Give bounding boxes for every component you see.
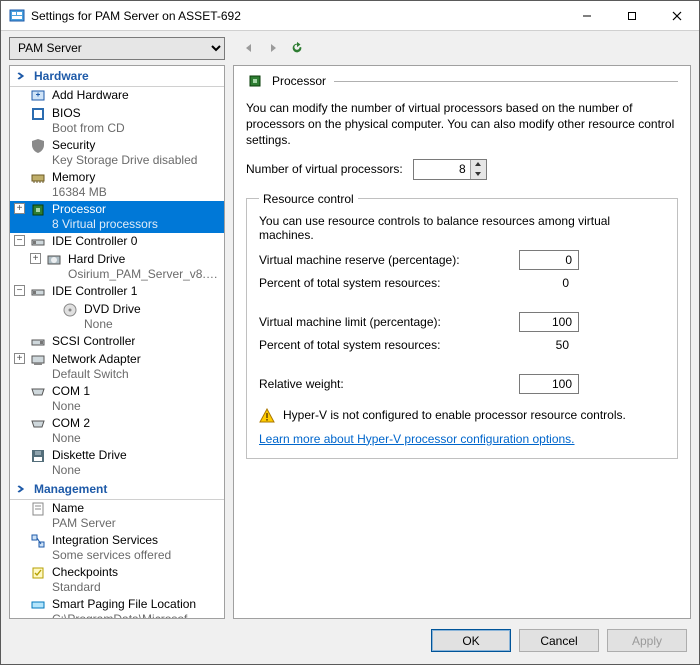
num-vp-input[interactable] xyxy=(414,160,470,179)
serial-port-icon xyxy=(30,384,46,400)
settings-tree-scroll[interactable]: Hardware Add Hardware BIOSBoot from CD xyxy=(10,66,224,618)
processor-icon xyxy=(246,72,264,90)
tree-item-smartpaging[interactable]: Smart Paging File LocationC:\ProgramData… xyxy=(10,596,224,618)
reserve-label: Virtual machine reserve (percentage): xyxy=(259,253,519,267)
name-icon xyxy=(30,501,46,517)
processor-panel: Processor You can modify the number of v… xyxy=(233,65,691,619)
memory-icon xyxy=(30,170,46,186)
tree-item-com1[interactable]: COM 1None xyxy=(10,383,224,415)
nav-forward-icon[interactable] xyxy=(263,38,283,58)
tree-item-memory[interactable]: Memory16384 MB xyxy=(10,169,224,201)
reserve-total-value: 0 xyxy=(519,276,579,290)
checkpoint-icon xyxy=(30,565,46,581)
toolbar: PAM Server xyxy=(1,31,699,65)
tree-item-ide0[interactable]: − IDE Controller 0 xyxy=(10,233,224,251)
paging-icon xyxy=(30,597,46,613)
app-icon xyxy=(9,8,25,24)
network-icon xyxy=(30,352,46,368)
expander-minus-icon[interactable]: − xyxy=(14,235,25,246)
panel-title-row: Processor xyxy=(246,72,678,90)
tree-item-dvddrive[interactable]: DVD DriveNone xyxy=(10,301,224,333)
harddrive-icon xyxy=(46,252,62,268)
nav-arrows xyxy=(239,38,307,58)
chevron-down-icon xyxy=(14,69,28,83)
chevron-down-icon xyxy=(14,482,28,496)
spin-down-icon[interactable] xyxy=(471,169,486,179)
limit-total-label: Percent of total system resources: xyxy=(259,338,519,352)
limit-input[interactable] xyxy=(519,312,579,332)
panel-title: Processor xyxy=(272,74,326,88)
expander-plus-icon[interactable]: + xyxy=(30,253,41,264)
close-button[interactable] xyxy=(654,1,699,30)
warning-row: Hyper-V is not configured to enable proc… xyxy=(259,408,665,424)
spin-up-icon[interactable] xyxy=(471,160,486,170)
warning-text: Hyper-V is not configured to enable proc… xyxy=(283,408,626,422)
expander-minus-icon[interactable]: − xyxy=(14,285,25,296)
minimize-button[interactable] xyxy=(564,1,609,30)
section-hardware[interactable]: Hardware xyxy=(10,66,224,87)
tree-item-bios[interactable]: BIOSBoot from CD xyxy=(10,105,224,137)
settings-tree: Hardware Add Hardware BIOSBoot from CD xyxy=(9,65,225,619)
tree-item-name[interactable]: NamePAM Server xyxy=(10,500,224,532)
controller-icon xyxy=(30,334,46,350)
tree-item-integration[interactable]: Integration ServicesSome services offere… xyxy=(10,532,224,564)
nav-back-icon[interactable] xyxy=(239,38,259,58)
tree-item-security[interactable]: SecurityKey Storage Drive disabled xyxy=(10,137,224,169)
settings-window: Settings for PAM Server on ASSET-692 PAM… xyxy=(0,0,700,665)
ok-button[interactable]: OK xyxy=(431,629,511,652)
rc-intro: You can use resource controls to balance… xyxy=(259,214,665,242)
dvd-icon xyxy=(62,302,78,318)
section-hardware-label: Hardware xyxy=(34,69,89,83)
title-divider xyxy=(334,81,678,82)
reserve-total-label: Percent of total system resources: xyxy=(259,276,519,290)
tree-item-diskette[interactable]: Diskette DriveNone xyxy=(10,447,224,479)
weight-label: Relative weight: xyxy=(259,377,519,391)
num-vp-spinner[interactable] xyxy=(413,159,487,180)
learn-more-link[interactable]: Learn more about Hyper-V processor confi… xyxy=(259,432,575,446)
cancel-button[interactable]: Cancel xyxy=(519,629,599,652)
limit-total-value: 50 xyxy=(519,338,579,352)
section-management[interactable]: Management xyxy=(10,479,224,500)
shield-icon xyxy=(30,138,46,154)
tree-item-harddrive[interactable]: + Hard DriveOsirium_PAM_Server_v8.0... xyxy=(10,251,224,283)
maximize-button[interactable] xyxy=(609,1,654,30)
reserve-input[interactable] xyxy=(519,250,579,270)
window-buttons xyxy=(564,1,699,30)
num-vp-row: Number of virtual processors: xyxy=(246,159,678,180)
panel-description: You can modify the number of virtual pro… xyxy=(246,100,678,149)
controller-icon xyxy=(30,284,46,300)
apply-button[interactable]: Apply xyxy=(607,629,687,652)
add-hardware-icon xyxy=(30,88,46,104)
expander-plus-icon[interactable]: + xyxy=(14,203,25,214)
processor-icon xyxy=(30,202,46,218)
floppy-icon xyxy=(30,448,46,464)
section-management-label: Management xyxy=(34,482,107,496)
refresh-icon[interactable] xyxy=(287,38,307,58)
vm-selector[interactable]: PAM Server xyxy=(9,37,225,60)
integration-icon xyxy=(30,533,46,549)
rc-legend: Resource control xyxy=(259,192,358,206)
tree-item-ide1[interactable]: − IDE Controller 1 xyxy=(10,283,224,301)
weight-input[interactable] xyxy=(519,374,579,394)
serial-port-icon xyxy=(30,416,46,432)
tree-item-processor[interactable]: + Processor8 Virtual processors xyxy=(10,201,224,233)
expander-plus-icon[interactable]: + xyxy=(14,353,25,364)
dialog-buttons: OK Cancel Apply xyxy=(1,619,699,664)
resource-control-group: Resource control You can use resource co… xyxy=(246,192,678,459)
num-vp-label: Number of virtual processors: xyxy=(246,162,403,176)
limit-label: Virtual machine limit (percentage): xyxy=(259,315,519,329)
tree-item-network[interactable]: + Network AdapterDefault Switch xyxy=(10,351,224,383)
window-title: Settings for PAM Server on ASSET-692 xyxy=(31,9,564,23)
warning-icon xyxy=(259,408,275,424)
tree-item-checkpoints[interactable]: CheckpointsStandard xyxy=(10,564,224,596)
tree-item-add-hardware[interactable]: Add Hardware xyxy=(10,87,224,105)
tree-item-scsi[interactable]: SCSI Controller xyxy=(10,333,224,351)
titlebar: Settings for PAM Server on ASSET-692 xyxy=(1,1,699,31)
controller-icon xyxy=(30,234,46,250)
tree-item-com2[interactable]: COM 2None xyxy=(10,415,224,447)
content-area: Hardware Add Hardware BIOSBoot from CD xyxy=(1,65,699,619)
bios-icon xyxy=(30,106,46,122)
